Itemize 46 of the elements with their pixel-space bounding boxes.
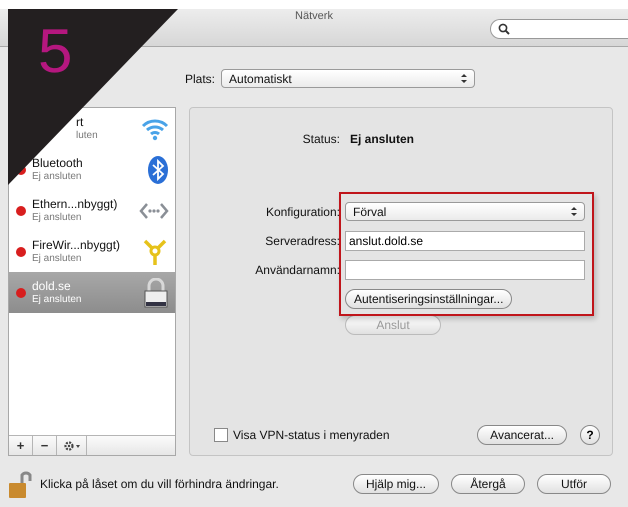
service-status: Ej ansluten: [32, 210, 82, 224]
search-field[interactable]: [490, 19, 628, 39]
service-item[interactable]: Ethern...nbyggt) Ej ansluten: [9, 190, 175, 231]
ethernet-icon: [139, 202, 169, 220]
service-name: Ethern...nbyggt): [32, 198, 118, 210]
step-number: 5: [38, 21, 72, 83]
authentication-settings-button[interactable]: Autentiseringsinställningar...: [345, 288, 512, 308]
status-dot: [16, 206, 26, 216]
footer-button[interactable]: Hjälp mig...: [352, 474, 439, 494]
status-label: Status:: [302, 132, 340, 146]
footer-button[interactable]: Utför: [537, 474, 611, 494]
checkbox-label: Visa VPN-status i menyraden: [233, 428, 390, 442]
text-field[interactable]: [345, 260, 585, 280]
lock-hint: Klicka på låset om du vill förhindra ändringar.: [40, 477, 279, 491]
stepper-icon: [570, 206, 578, 217]
list-tool-button[interactable]: +: [9, 436, 33, 455]
service-status: Ej ansluten: [32, 252, 82, 264]
padlock-icon: [143, 278, 169, 308]
status-value: Ej ansluten: [349, 132, 414, 146]
help-button[interactable]: ?: [580, 425, 600, 445]
service-name: rt: [76, 116, 84, 128]
text-field[interactable]: anslut.dold.se: [345, 230, 585, 250]
service-item[interactable]: FireWir...nbyggt) Ej ansluten: [9, 231, 175, 272]
service-status: luten: [76, 128, 99, 142]
location-popup[interactable]: Automatiskt: [221, 69, 476, 88]
footer-button[interactable]: Återgå: [451, 474, 525, 494]
field-label: Serveradress:: [264, 234, 340, 248]
bluetooth-icon: [147, 154, 169, 184]
checkbox[interactable]: [214, 428, 228, 442]
configuration-popup[interactable]: Förval: [345, 202, 585, 221]
advanced-button[interactable]: Avancerat...: [477, 425, 567, 445]
search-icon: [498, 23, 510, 35]
list-tool-button[interactable]: −: [33, 436, 57, 455]
service-name: FireWir...nbyggt): [32, 238, 122, 252]
service-name: dold.se: [32, 280, 72, 292]
service-status: Ej ansluten: [32, 170, 82, 182]
field-label: Användarnamn:: [254, 262, 340, 276]
status-dot: [16, 246, 26, 256]
window-title: Nätverk: [295, 10, 333, 22]
service-status: Ej ansluten: [32, 292, 82, 306]
service-name: Bluetooth: [32, 156, 84, 170]
gear-icon: [62, 440, 80, 452]
status-dot: [16, 288, 26, 298]
location-label: Plats:: [185, 72, 216, 86]
stepper-icon: [460, 73, 468, 84]
configuration-label: Konfiguration:: [264, 204, 340, 218]
